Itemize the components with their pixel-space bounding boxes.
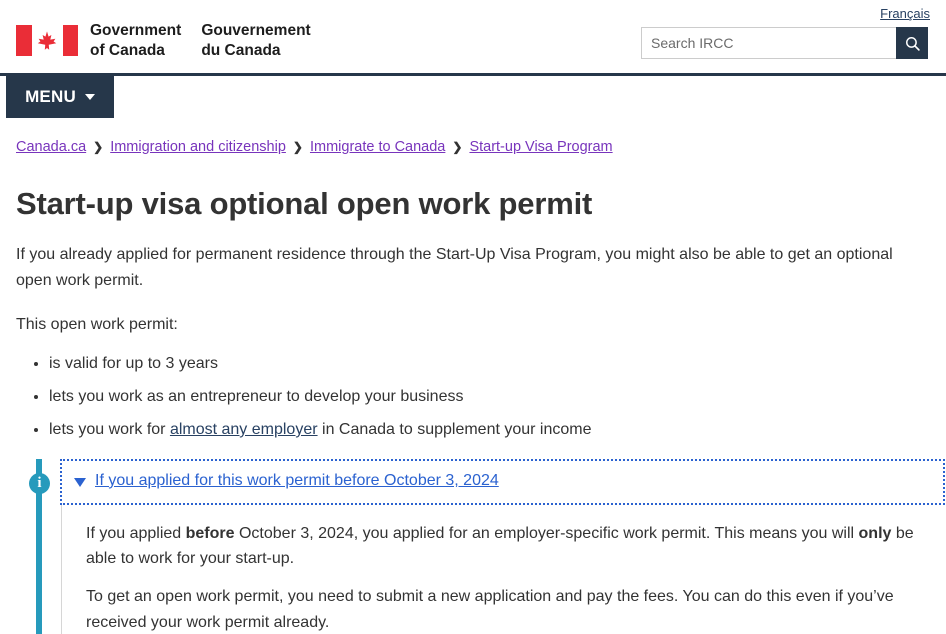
site-search xyxy=(641,27,928,59)
list-item-text: lets you work for xyxy=(49,420,170,438)
breadcrumb-item-immigration-and-citizenship[interactable]: Immigration and citizenship xyxy=(110,136,286,158)
expander-applied-before-october-2024[interactable]: If you applied for this work permit befo… xyxy=(60,458,945,634)
text-run-bold: before xyxy=(185,524,235,542)
expander-paragraph-1: If you applied before October 3, 2024, y… xyxy=(86,521,916,573)
main-content: Canada.ca ❯ Immigration and citizenship … xyxy=(0,136,946,634)
goc-signature[interactable]: Government of Canada Gouvernement du Can… xyxy=(16,21,311,61)
brand-and-search-row: Government of Canada Gouvernement du Can… xyxy=(16,21,930,61)
almost-any-employer-link[interactable]: almost any employer xyxy=(170,421,318,438)
menu-button-label: MENU xyxy=(25,87,76,106)
language-toggle-link[interactable]: Français xyxy=(880,6,930,21)
breadcrumb-separator: ❯ xyxy=(452,139,463,154)
breadcrumb-item-start-up-visa-program[interactable]: Start-up Visa Program xyxy=(469,136,612,158)
chevron-down-icon xyxy=(84,94,95,100)
page-title: Start-up visa optional open work permit xyxy=(16,186,593,222)
expander-summary[interactable]: If you applied for this work permit befo… xyxy=(60,458,945,505)
search-icon xyxy=(904,35,921,52)
expander-paragraph-2: To get an open work permit, you need to … xyxy=(86,584,916,634)
main-menu-bar: MENU xyxy=(0,73,946,118)
list-item-text: is valid for up to 3 years xyxy=(49,355,218,373)
list-item: is valid for up to 3 years xyxy=(49,352,930,377)
wordmark-en-line1: Government xyxy=(90,22,182,39)
flag-maple-leaf xyxy=(31,25,63,57)
triangle-down-icon xyxy=(74,477,86,487)
info-icon: i xyxy=(29,472,50,494)
text-run: To get an open work permit, you need to … xyxy=(86,588,894,632)
flag-bar-left xyxy=(16,25,32,57)
list-item: lets you work for almost any employer in… xyxy=(49,418,930,443)
info-callout: i If you applied for this work permit be… xyxy=(16,458,945,634)
language-toggle-row: Français xyxy=(16,0,930,21)
lead-in-paragraph: This open work permit: xyxy=(16,316,178,334)
list-item: lets you work as an entrepreneur to deve… xyxy=(49,385,930,410)
breadcrumb: Canada.ca ❯ Immigration and citizenship … xyxy=(16,136,930,158)
wordmark-fr-line1: Gouvernement xyxy=(201,22,311,39)
site-header: Français Government of Canada Gouverneme… xyxy=(0,0,946,73)
breadcrumb-item-canada-ca[interactable]: Canada.ca xyxy=(16,136,86,158)
search-input[interactable] xyxy=(641,27,896,59)
wordmark-english: Government of Canada xyxy=(90,21,181,61)
canada-flag-icon xyxy=(16,25,78,57)
breadcrumb-item-immigrate-to-canada[interactable]: Immigrate to Canada xyxy=(310,136,445,158)
breadcrumb-separator: ❯ xyxy=(93,139,104,154)
expander-summary-label: If you applied for this work permit befo… xyxy=(95,471,499,489)
menu-button[interactable]: MENU xyxy=(6,76,114,118)
intro-paragraph: If you already applied for permanent res… xyxy=(16,245,893,289)
text-run-bold: only xyxy=(858,524,892,542)
wordmark: Government of Canada Gouvernement du Can… xyxy=(90,21,311,61)
flag-bar-right xyxy=(62,25,78,57)
text-run: October 3, 2024, you applied for an empl… xyxy=(234,524,859,542)
list-item-text: lets you work as an entrepreneur to deve… xyxy=(49,388,464,406)
work-permit-feature-list: is valid for up to 3 years lets you work… xyxy=(16,352,930,442)
wordmark-en-line2: of Canada xyxy=(90,41,165,59)
wordmark-fr-line2: du Canada xyxy=(201,41,281,59)
wordmark-french: Gouvernement du Canada xyxy=(201,21,310,61)
search-submit-button[interactable] xyxy=(896,27,928,59)
expander-content: If you applied before October 3, 2024, y… xyxy=(61,504,930,634)
list-item-text-after: in Canada to supplement your income xyxy=(317,420,592,438)
text-run: If you applied xyxy=(86,524,186,542)
breadcrumb-separator: ❯ xyxy=(292,139,303,154)
